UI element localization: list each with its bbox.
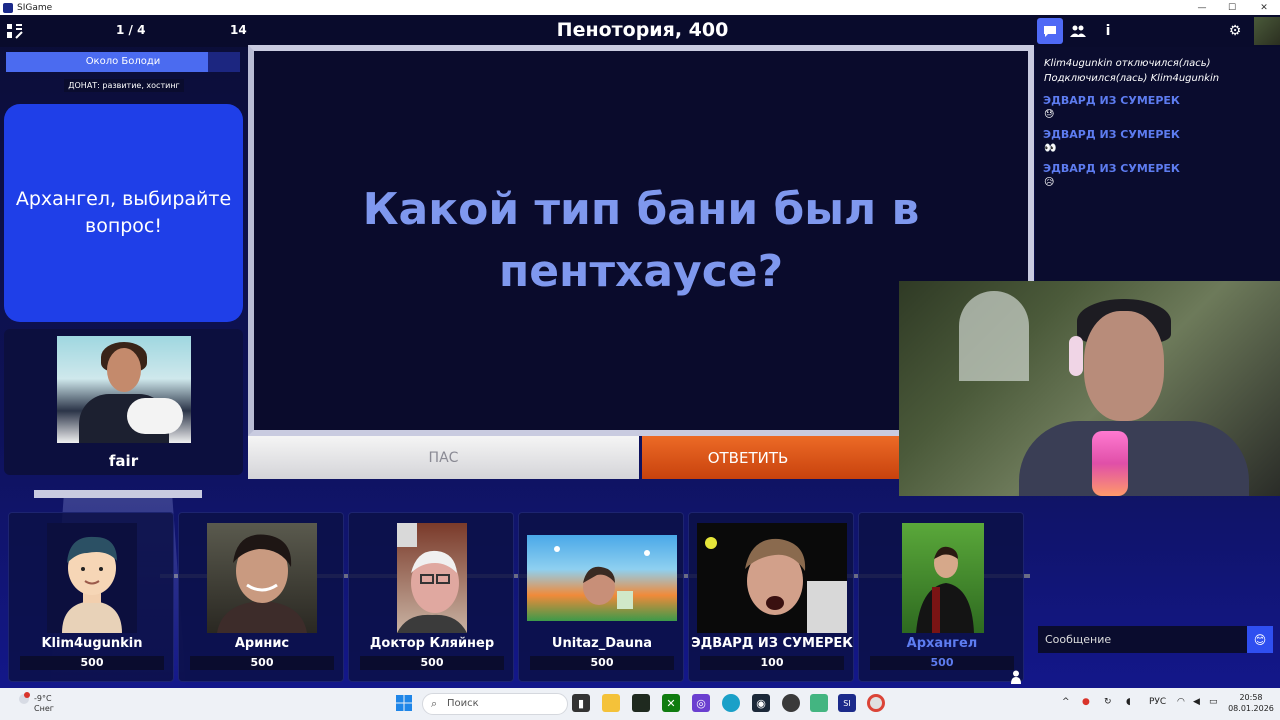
answer-button-label: ОТВЕТИТЬ: [707, 448, 789, 467]
search-icon: ⌕: [431, 697, 438, 710]
question-count: 14: [230, 23, 247, 37]
showman-speech-text: Архангел, выбирайте вопрос!: [15, 188, 232, 237]
game-top-bar: 1 / 4 14 Пенотория, 400: [0, 15, 1035, 47]
xbox-icon[interactable]: ✕: [662, 694, 680, 712]
theme-title: Пенотория, 400: [556, 19, 729, 41]
chat-message-text: 😓: [1044, 109, 1055, 120]
right-toolbar: i ⚙: [1035, 15, 1280, 47]
webcam-overlay: [899, 281, 1280, 496]
player-score: 500: [360, 656, 504, 670]
user-avatar[interactable]: [1254, 17, 1280, 45]
chat-system-message: Подключился(лась) Klim4ugunkin: [1044, 73, 1220, 84]
window-title-bar: SIGame — ☐ ✕: [0, 0, 1280, 15]
chrome-icon[interactable]: [867, 694, 885, 712]
tray-chevron-icon[interactable]: ^: [1062, 697, 1070, 707]
notepad-icon[interactable]: [810, 694, 828, 712]
player-avatar: [207, 523, 317, 633]
game-area: 1 / 4 14 Пенотория, 400 i ⚙ Около Болоди…: [0, 15, 1280, 688]
weather-temperature: -9°C: [34, 694, 52, 703]
player-score: 500: [190, 656, 334, 670]
player-card[interactable]: ЭДВАРД ИЗ СУМЕРЕК 100: [688, 512, 854, 682]
tray-app-icon[interactable]: ●: [1082, 697, 1090, 707]
player-avatar: [47, 523, 137, 633]
chat-tab-icon[interactable]: [1037, 18, 1063, 44]
host-avatar: [57, 336, 191, 443]
windows-taskbar: -9°C Снег ⌕ Поиск ▮ ✕ ◎ ◉ SI ^ ● ↻ ◖ РУС…: [0, 688, 1280, 720]
player-card[interactable]: Unitaz_Dauna 500: [518, 512, 684, 682]
chat-system-message: Klim4ugunkin отключился(лась): [1044, 58, 1211, 69]
host-name: fair: [108, 452, 139, 470]
spotlight-lamp: [34, 490, 202, 498]
obs-icon[interactable]: [782, 694, 800, 712]
player-avatar: [527, 535, 677, 621]
player-name: Аринис: [234, 636, 290, 651]
showman-timer-bar: Около Болоди: [6, 52, 240, 72]
player-card[interactable]: Аринис 500: [178, 512, 344, 682]
round-indicator: 1 / 4: [116, 23, 146, 37]
players-tab-icon[interactable]: [1065, 18, 1091, 44]
player-name: ЭДВАРД ИЗ СУМЕРЕК: [691, 636, 853, 651]
tray-sync-icon[interactable]: ↻: [1104, 697, 1112, 707]
player-name: Klim4ugunkin: [41, 636, 143, 651]
host-card: fair: [4, 329, 243, 475]
sigame-taskbar-icon[interactable]: SI: [838, 694, 856, 712]
player-avatar: [902, 523, 984, 633]
player-name: Unitaz_Dauna: [551, 636, 653, 651]
spectator-icon[interactable]: [1011, 670, 1021, 688]
chat-message-input[interactable]: Сообщение: [1038, 626, 1247, 653]
game-menu-icon[interactable]: [6, 22, 24, 40]
player-score: 500: [20, 656, 164, 670]
donate-label: ДОНАТ: развитие, хостинг: [0, 79, 248, 92]
player-name: Архангел: [906, 636, 978, 651]
showman-speech-bubble: Архангел, выбирайте вопрос!: [4, 104, 243, 322]
settings-gear-icon[interactable]: ⚙: [1222, 18, 1248, 44]
info-icon[interactable]: i: [1095, 18, 1121, 44]
windows-start-icon[interactable]: [395, 694, 413, 712]
task-view-icon[interactable]: ▮: [572, 694, 590, 712]
close-button[interactable]: ✕: [1250, 0, 1278, 15]
app-icon: [3, 2, 13, 13]
file-explorer-icon[interactable]: [602, 694, 620, 712]
weather-label: Снег: [34, 704, 54, 713]
player-card[interactable]: Klim4ugunkin 500: [8, 512, 174, 682]
clock-date: 08.01.2026: [1228, 704, 1274, 713]
chat-message-author: ЭДВАРД ИЗ СУМЕРЕК: [1043, 128, 1180, 141]
weather-text: -9°C Снег: [34, 694, 54, 714]
chat-message-author: ЭДВАРД ИЗ СУМЕРЕК: [1043, 162, 1180, 175]
app-icon-terminal[interactable]: [632, 694, 650, 712]
showman-name: Около Болоди: [85, 56, 161, 67]
player-score: 500: [530, 656, 674, 670]
clock-time: 20:58: [1239, 693, 1263, 702]
maximize-button[interactable]: ☐: [1218, 0, 1246, 15]
players-row: Klim4ugunkin 500 Аринис 500 Доктор Кляйн…: [0, 490, 1030, 688]
chat-panel: Klim4ugunkin отключился(лась) Подключилс…: [1035, 47, 1280, 283]
taskbar-search-box[interactable]: ⌕ Поиск: [422, 693, 568, 715]
system-clock[interactable]: 20:58 08.01.2026: [1226, 692, 1276, 714]
emoji-picker-icon[interactable]: 😊: [1247, 626, 1273, 653]
keyboard-language[interactable]: РУС: [1149, 697, 1166, 707]
chat-message-text: 😥: [1044, 177, 1055, 188]
chat-message-author: ЭДВАРД ИЗ СУМЕРЕК: [1043, 94, 1180, 107]
donate-text: ДОНАТ: развитие, хостинг: [64, 79, 184, 92]
minimize-button[interactable]: —: [1188, 0, 1216, 15]
wifi-icon[interactable]: ◠: [1177, 697, 1185, 707]
steam-icon[interactable]: ◉: [752, 694, 770, 712]
taskbar-search-placeholder: Поиск: [447, 698, 479, 709]
chat-message-text: 👀: [1044, 143, 1057, 154]
player-card[interactable]: Доктор Кляйнер 500: [348, 512, 514, 682]
battery-icon[interactable]: ▭: [1209, 697, 1218, 707]
tray-mic-icon[interactable]: ◖: [1126, 697, 1131, 707]
player-score: 500: [870, 656, 1014, 670]
player-score: 100: [700, 656, 844, 670]
app-icon-purple[interactable]: ◎: [692, 694, 710, 712]
player-avatar: [397, 523, 467, 633]
player-name: Доктор Кляйнер: [369, 636, 495, 651]
volume-icon[interactable]: ◀: [1193, 697, 1200, 707]
player-card-active[interactable]: Архангел 500: [858, 512, 1024, 682]
player-avatar: [697, 523, 847, 633]
edge-browser-icon[interactable]: [722, 694, 740, 712]
weather-widget[interactable]: [16, 692, 32, 709]
window-title: SIGame: [17, 2, 53, 13]
pass-button[interactable]: ПАС: [248, 436, 639, 479]
